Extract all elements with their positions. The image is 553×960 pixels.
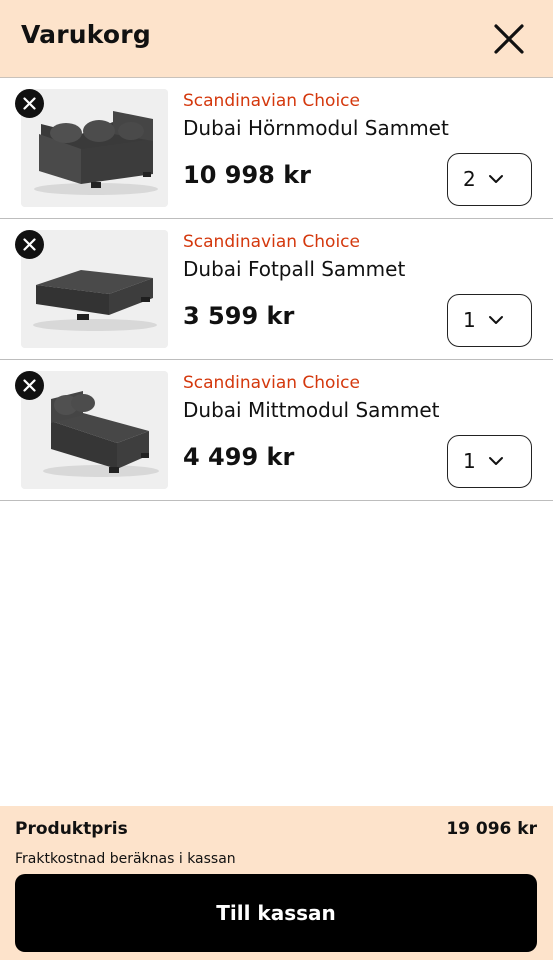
cart-header: Varukorg	[0, 0, 553, 78]
quantity-value: 1	[463, 449, 476, 473]
quantity-select[interactable]: 2	[447, 153, 532, 206]
product-price-label: Produktpris	[15, 819, 128, 839]
remove-item-button[interactable]	[15, 89, 44, 118]
product-brand[interactable]: Scandinavian Choice	[183, 373, 360, 393]
quantity-value: 2	[463, 167, 476, 191]
product-price-total: 19 096 kr	[446, 819, 537, 839]
cart-summary: Produktpris 19 096 kr Fraktkostnad beräk…	[0, 806, 553, 960]
chevron-down-icon	[489, 316, 503, 324]
close-icon	[23, 238, 36, 251]
chevron-down-icon	[489, 175, 503, 183]
quantity-select[interactable]: 1	[447, 435, 532, 488]
cart-item: Scandinavian Choice Dubai Hörnmodul Samm…	[0, 78, 553, 219]
checkout-button[interactable]: Till kassan	[15, 874, 537, 952]
product-name[interactable]: Dubai Mittmodul Sammet	[183, 398, 440, 422]
cart-item: Scandinavian Choice Dubai Fotpall Sammet…	[0, 219, 553, 360]
page-title: Varukorg	[21, 20, 151, 49]
product-brand[interactable]: Scandinavian Choice	[183, 91, 360, 111]
product-name[interactable]: Dubai Hörnmodul Sammet	[183, 116, 449, 140]
product-brand[interactable]: Scandinavian Choice	[183, 232, 360, 252]
remove-item-button[interactable]	[15, 371, 44, 400]
product-name[interactable]: Dubai Fotpall Sammet	[183, 257, 405, 281]
close-icon	[23, 379, 36, 392]
close-icon[interactable]	[491, 21, 527, 57]
product-price: 4 499 kr	[183, 443, 295, 471]
remove-item-button[interactable]	[15, 230, 44, 259]
cart-item: Scandinavian Choice Dubai Mittmodul Samm…	[0, 360, 553, 501]
chevron-down-icon	[489, 457, 503, 465]
product-price: 3 599 kr	[183, 302, 295, 330]
close-icon	[23, 97, 36, 110]
quantity-select[interactable]: 1	[447, 294, 532, 347]
shipping-note: Fraktkostnad beräknas i kassan	[15, 851, 236, 867]
quantity-value: 1	[463, 308, 476, 332]
product-price: 10 998 kr	[183, 161, 312, 189]
